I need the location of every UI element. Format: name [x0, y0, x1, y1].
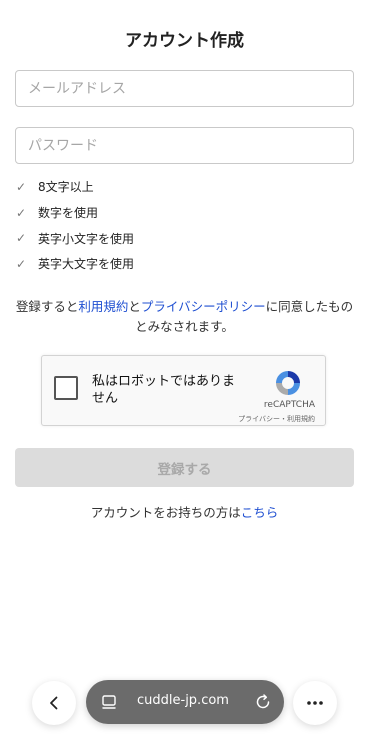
checkmark-icon: ✓	[16, 231, 27, 246]
address-bar[interactable]: cuddle-jp.com	[86, 680, 284, 724]
more-icon	[307, 701, 323, 705]
browser-back-button[interactable]	[32, 681, 76, 725]
password-rule-label: 英字大文字を使用	[38, 257, 135, 272]
password-rule-label: 英字小文字を使用	[38, 231, 135, 246]
password-rule-label: 8文字以上	[38, 180, 94, 195]
checkmark-icon: ✓	[16, 179, 27, 194]
recaptcha-links[interactable]: プライバシー・利用規約	[238, 414, 315, 424]
back-icon	[50, 696, 58, 710]
tab-list-icon[interactable]	[101, 694, 117, 710]
email-field[interactable]	[15, 70, 354, 107]
password-rule-label: 数字を使用	[38, 206, 99, 221]
password-rule: ✓ 数字を使用	[16, 200, 346, 226]
password-rules: ✓ 8文字以上 ✓ 数字を使用 ✓ 英字小文字を使用 ✓ 英字大文字を使用	[16, 174, 346, 277]
agreement-text: 登録すると利用規約とプライバシーポリシーに同意したものとみなされます。	[15, 297, 354, 337]
agreement-prefix: 登録すると	[15, 299, 79, 314]
checkmark-icon: ✓	[16, 256, 27, 271]
checkmark-icon: ✓	[16, 205, 27, 220]
url-text: cuddle-jp.com	[137, 693, 229, 708]
terms-link[interactable]: 利用規約	[78, 299, 128, 314]
recaptcha-label: 私はロボットではありません	[92, 374, 236, 406]
agreement-and: と	[128, 299, 141, 314]
privacy-policy-link[interactable]: プライバシーポリシー	[141, 299, 266, 314]
login-link[interactable]: こちら	[241, 505, 279, 520]
browser-more-button[interactable]	[293, 681, 337, 725]
register-button[interactable]: 登録する	[15, 448, 354, 487]
page-title: アカウント作成	[125, 31, 244, 51]
recaptcha-checkbox[interactable]	[54, 376, 78, 400]
password-field[interactable]	[15, 127, 354, 164]
recaptcha-widget: 私はロボットではありません reCAPTCHA プライバシー・利用規約	[41, 355, 326, 426]
recaptcha-logo-icon	[276, 371, 300, 395]
login-prompt-text: アカウントをお持ちの方は	[90, 505, 241, 520]
recaptcha-brand: reCAPTCHA	[263, 400, 315, 410]
login-prompt: アカウントをお持ちの方はこちら	[0, 502, 369, 521]
password-rule: ✓ 英字小文字を使用	[16, 225, 346, 251]
reload-icon[interactable]	[254, 693, 272, 711]
password-rule: ✓ 8文字以上	[16, 174, 346, 200]
password-rule: ✓ 英字大文字を使用	[16, 251, 346, 277]
